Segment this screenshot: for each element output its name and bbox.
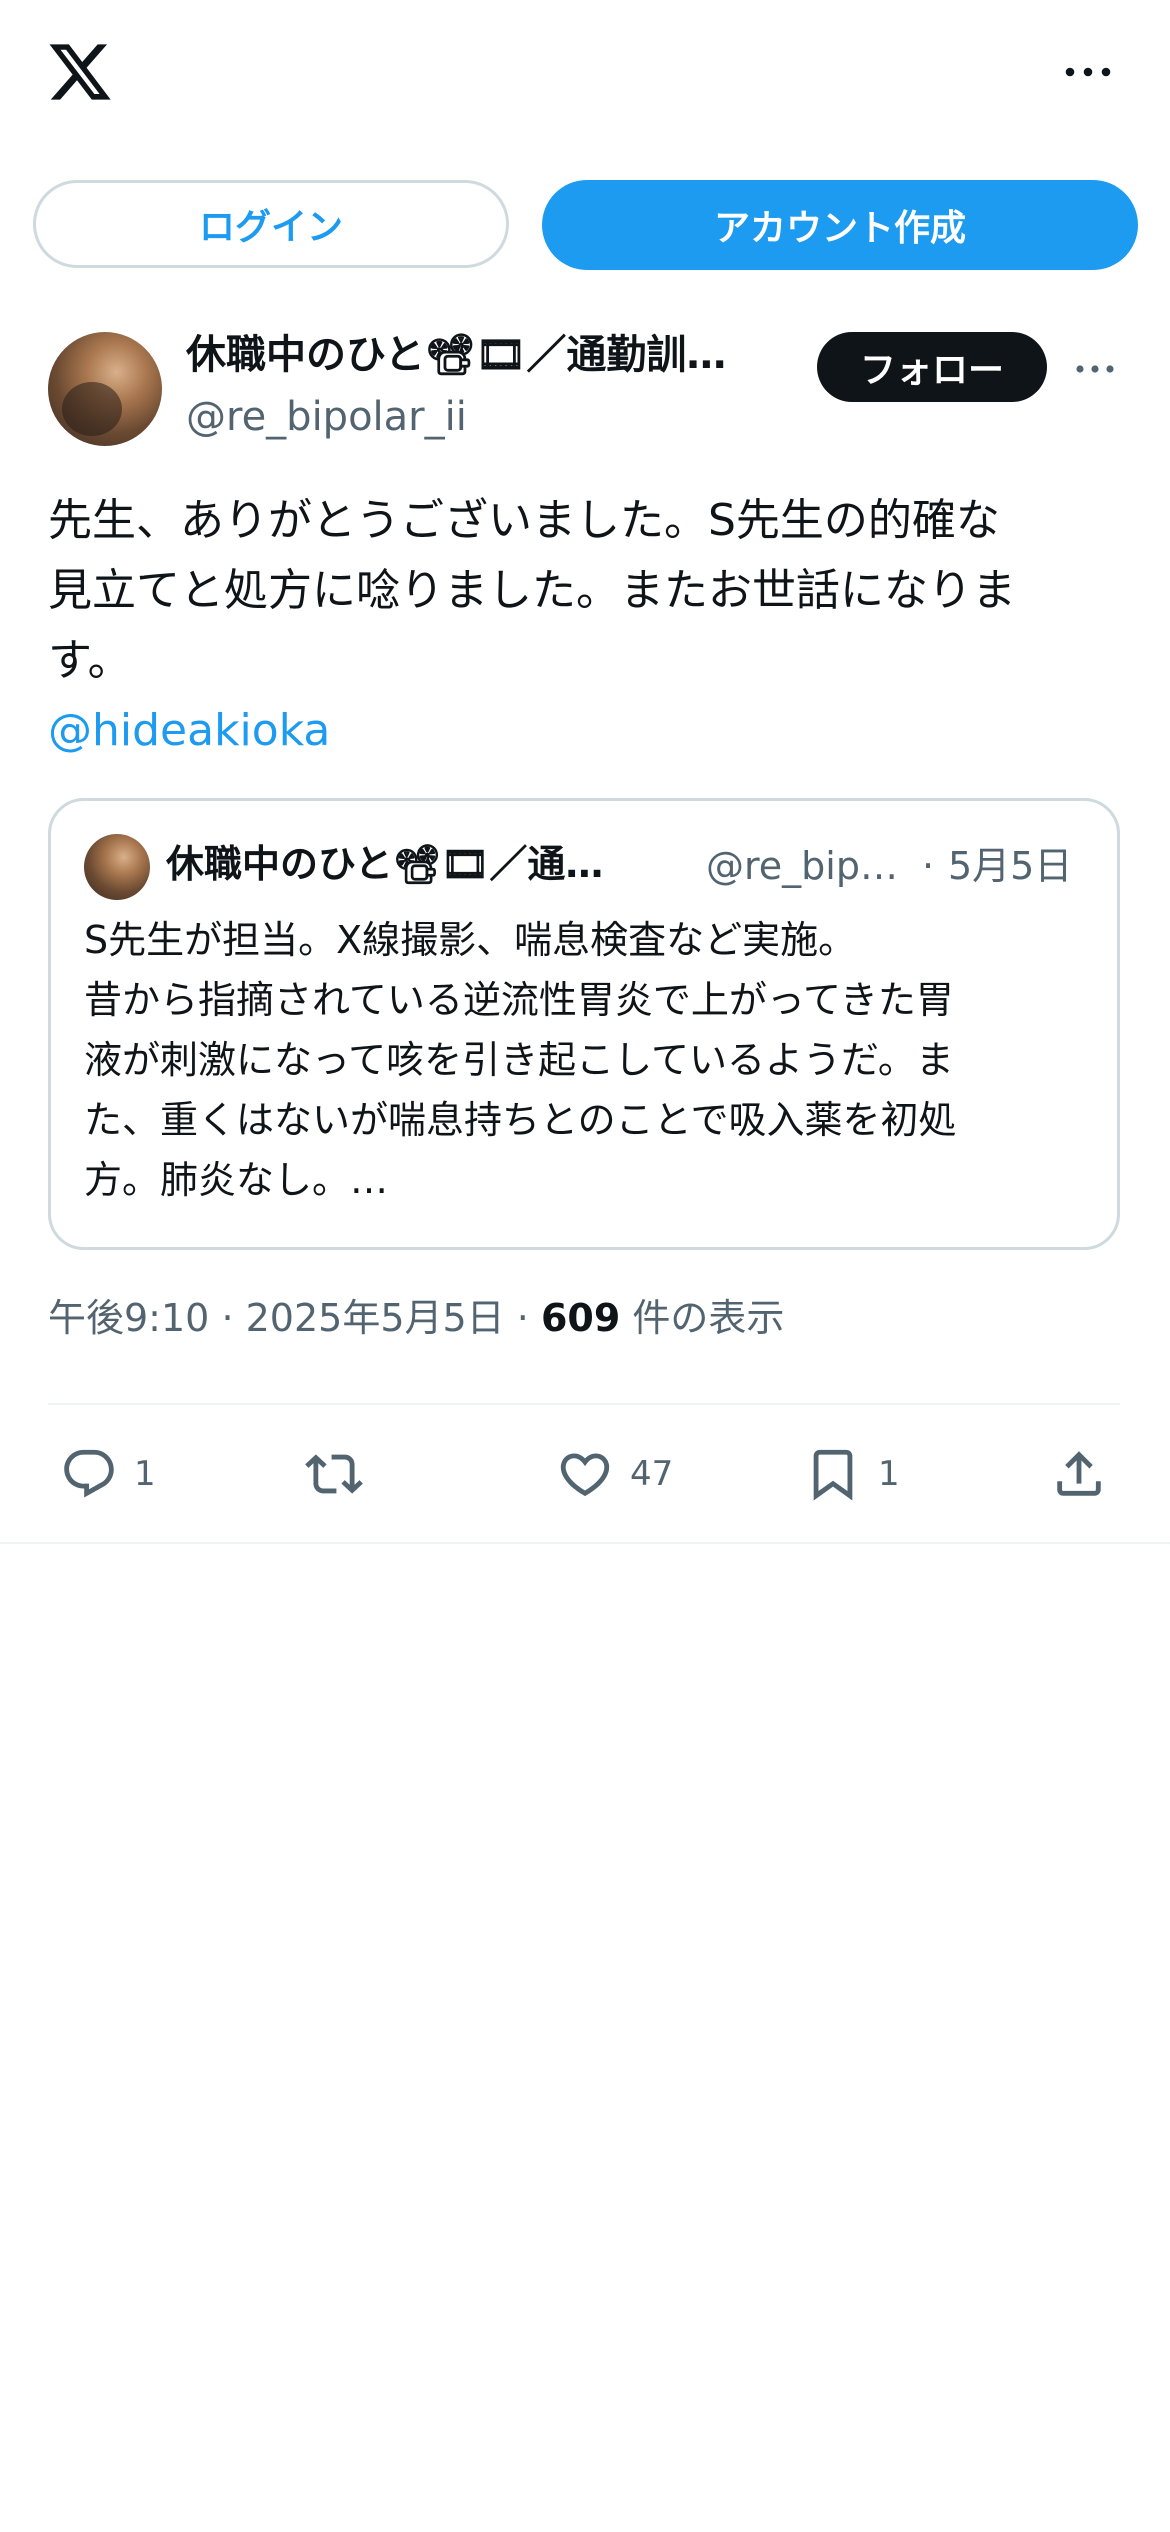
- tweet-text: 先生、ありがとうございました。S先生の的確な 見立てと処方に唸りました。またお世…: [48, 495, 1016, 686]
- quoted-author-avatar: [84, 834, 150, 900]
- tweet-time[interactable]: 午後9:10: [48, 1296, 209, 1340]
- more-horizontal-icon[interactable]: [1060, 52, 1116, 92]
- bookmark-icon: [813, 1449, 853, 1501]
- divider: [0, 1542, 1170, 1544]
- quoted-date: 5月5日: [948, 844, 1073, 888]
- views-label: 件の表示: [632, 1296, 785, 1340]
- author-avatar[interactable]: [48, 332, 162, 446]
- author-name[interactable]: 休職中のひと📽🎞／通勤訓…: [186, 326, 766, 384]
- like-count: 47: [630, 1454, 674, 1494]
- share-button[interactable]: [1050, 1436, 1108, 1512]
- meta-separator: ·: [516, 1296, 529, 1340]
- reply-count: 1: [134, 1454, 156, 1494]
- quoted-author-name: 休職中のひと📽🎞／通…: [166, 842, 604, 886]
- mention-link[interactable]: @hideakioka: [48, 696, 330, 766]
- divider: [48, 1403, 1120, 1405]
- retweet-button[interactable]: [305, 1436, 363, 1512]
- quoted-author-handle: @re_bip…: [706, 844, 898, 888]
- share-icon: [1057, 1451, 1101, 1496]
- bookmark-button[interactable]: 1: [804, 1436, 900, 1512]
- tweet-meta: 午後9:10 · 2025年5月5日 · 609 件の表示: [48, 1290, 784, 1346]
- views-count: 609: [540, 1296, 621, 1340]
- reply-button[interactable]: 1: [60, 1436, 156, 1512]
- retweet-icon: [305, 1454, 363, 1494]
- quoted-text: S先生が担当。X線撮影、喘息検査など実施。 昔から指摘されている逆流性胃炎で上が…: [84, 918, 957, 1202]
- tweet-date[interactable]: 2025年5月5日: [246, 1296, 505, 1340]
- like-button[interactable]: 47: [556, 1436, 673, 1512]
- meta-separator: ·: [221, 1296, 234, 1340]
- heart-icon: [560, 1453, 610, 1497]
- follow-button[interactable]: フォロー: [817, 332, 1047, 402]
- quoted-separator: ·: [922, 844, 935, 888]
- login-button[interactable]: ログイン: [33, 180, 509, 268]
- tweet-more-icon[interactable]: [1070, 352, 1120, 386]
- reply-icon: [64, 1449, 114, 1498]
- author-handle[interactable]: @re_bipolar_ii: [186, 390, 467, 444]
- x-logo-icon[interactable]: [46, 38, 114, 106]
- signup-button[interactable]: アカウント作成: [542, 180, 1138, 270]
- bookmark-count: 1: [878, 1454, 900, 1494]
